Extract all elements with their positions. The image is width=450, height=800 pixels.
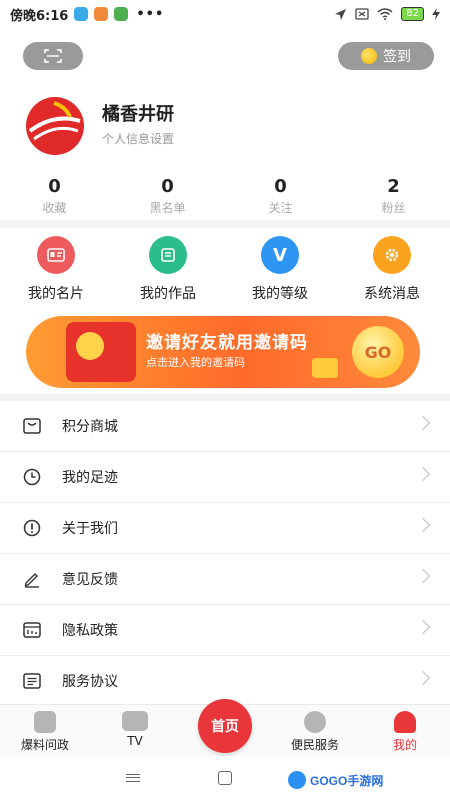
signin-button[interactable]: 签到 [338,42,434,70]
quick-label: 我的等级 [252,286,308,302]
stat-label: 黑名单 [149,201,186,215]
report-icon [34,711,56,733]
nav-home-icon[interactable] [218,771,232,785]
tv-icon [122,711,148,731]
tab-label: TV [127,734,143,748]
avatar[interactable] [24,95,86,157]
banner-subtitle: 点击进入我的邀请码 [146,356,245,369]
stats-row: 0 收藏 0 黑名单 0 关注 2 粉丝 [0,176,450,216]
tab-label: 我的 [392,738,417,752]
stat-followers[interactable]: 2 粉丝 [337,176,450,216]
chevron-right-icon [415,517,431,533]
menu-item-points-mall[interactable]: 积分商城 [0,401,450,452]
quick-my-card[interactable]: 我的名片 [6,236,106,303]
quick-label: 我的名片 [28,286,84,302]
quick-label: 系统消息 [364,286,420,302]
wechat-icon [114,7,129,21]
watermark-logo: GOGO手游网 [288,768,398,792]
go-button[interactable]: GO [352,326,404,378]
stat-value: 0 [48,176,61,197]
tab-tv[interactable]: TV [90,711,180,748]
tab-label: 爆料问政 [20,738,69,752]
stat-label: 收藏 [42,201,67,215]
chevron-right-icon [415,568,431,584]
quick-my-works[interactable]: 我的作品 [118,236,218,303]
chevron-right-icon [415,619,431,635]
menu-label: 服务协议 [62,674,118,690]
avatar-logo-icon [26,97,84,155]
info-icon [22,518,42,538]
menu-list: 积分商城 我的足迹 关于我们 意见反馈 隐私政策 服务协议 [0,401,450,707]
tab-mine[interactable]: 我的 [360,711,450,753]
chevron-right-icon [415,415,431,431]
telegram-icon [74,7,89,21]
sim-icon [355,8,369,20]
stat-label: 粉丝 [381,201,406,215]
status-bar: 傍晚6:16 ••• 82 [0,0,450,28]
agreement-icon [22,671,42,691]
stat-label: 关注 [268,201,293,215]
profile-settings-link[interactable]: 个人信息设置 [102,130,174,147]
user-icon [394,711,416,733]
system-nav-bar: GOGO手游网 [0,756,450,800]
works-icon [149,236,187,274]
gear-icon [373,236,411,274]
profile-header: 签到 橘香井研 个人信息设置 0 收藏 0 黑名单 0 关注 2 粉丝 [0,28,450,220]
chevron-right-icon [415,466,431,482]
username: 橘香井研 [102,104,174,124]
stat-blacklist[interactable]: 0 黑名单 [111,176,224,216]
service-icon [304,711,326,733]
watermark-text: GOGO手游网 [310,773,384,788]
quick-system-messages[interactable]: 系统消息 [342,236,442,303]
tab-report[interactable]: 爆料问政 [0,711,90,753]
tab-home[interactable]: 首页 [198,699,252,753]
battery-indicator: 82 [401,7,424,21]
watermark-icon [288,771,306,789]
app-notification-icon [94,7,109,21]
card-icon [37,236,75,274]
clock-icon [22,467,42,487]
stat-following[interactable]: 0 关注 [224,176,337,216]
pen-icon [22,569,42,589]
quick-actions: 我的名片 我的作品 V 我的等级 系统消息 邀请好友就用邀请码 点击进入我的邀请… [0,228,450,394]
stat-value: 2 [387,176,400,197]
privacy-icon [22,620,42,640]
chevron-right-icon [415,670,431,686]
menu-label: 隐私政策 [62,623,118,639]
tab-label: 便民服务 [290,738,339,752]
menu-label: 关于我们 [62,521,118,537]
level-icon: V [261,236,299,274]
coins-icon [312,358,338,378]
more-notifications-icon: ••• [136,6,165,22]
menu-label: 意见反馈 [62,572,118,588]
menu-label: 积分商城 [62,419,118,435]
menu-item-privacy-policy[interactable]: 隐私政策 [0,605,450,656]
quick-label: 我的作品 [140,286,196,302]
tab-services[interactable]: 便民服务 [270,711,360,753]
menu-item-footprints[interactable]: 我的足迹 [0,452,450,503]
charging-icon [432,8,440,20]
menu-item-about-us[interactable]: 关于我们 [0,503,450,554]
quick-my-level[interactable]: V 我的等级 [230,236,330,303]
mall-icon [22,416,42,436]
coin-icon [361,48,377,64]
invite-banner[interactable]: 邀请好友就用邀请码 点击进入我的邀请码 GO [26,316,420,388]
status-time: 傍晚6:16 [10,8,69,24]
location-icon [335,8,347,20]
banner-title: 邀请好友就用邀请码 [146,333,308,353]
stat-value: 0 [161,176,174,197]
level-glyph: V [273,244,287,266]
scan-icon [44,49,62,63]
signin-label: 签到 [383,49,411,65]
wifi-icon [377,8,393,20]
stat-favorites[interactable]: 0 收藏 [0,176,111,216]
red-envelope-icon [66,322,136,382]
menu-item-feedback[interactable]: 意见反馈 [0,554,450,605]
stat-value: 0 [274,176,287,197]
scan-button[interactable] [23,42,83,70]
menu-label: 我的足迹 [62,470,118,486]
nav-menu-icon[interactable] [126,774,140,782]
bottom-tab-bar: 爆料问政 TV 首页 便民服务 我的 [0,699,450,756]
